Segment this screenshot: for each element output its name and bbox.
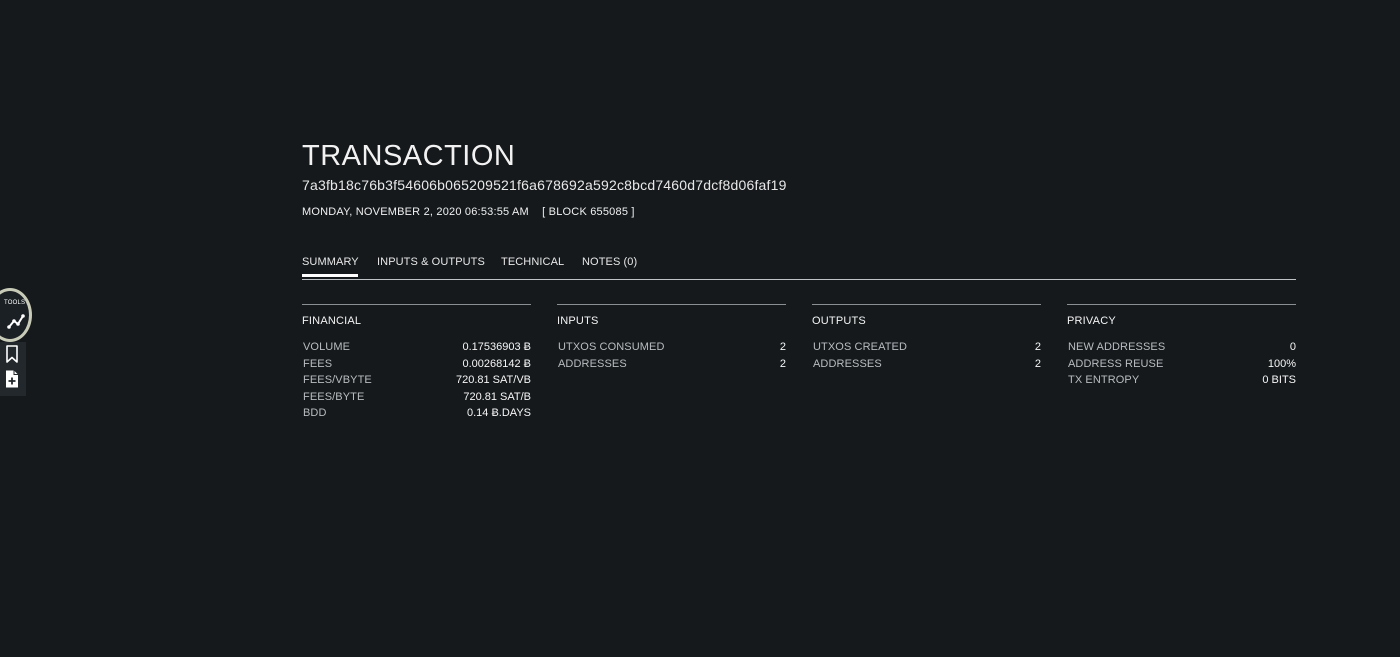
stat-row: TX ENTROPY 0 BITS xyxy=(1067,372,1296,389)
tab-notes-label: NOTES (0) xyxy=(582,256,638,268)
stat-value: 2 xyxy=(779,341,786,353)
stat-label: ADDRESS REUSE xyxy=(1068,357,1164,370)
outputs-panel: OUTPUTS UTXOS CREATED 2 ADDRESSES 2 xyxy=(812,304,1041,372)
stat-row: UTXOS CREATED 2 xyxy=(812,339,1041,356)
tab-summary-label: SUMMARY xyxy=(302,256,359,268)
chart-line-icon xyxy=(7,314,25,329)
stat-value: 0 xyxy=(1289,341,1296,353)
stat-value: 100% xyxy=(1267,357,1296,370)
stat-label: FEES/VBYTE xyxy=(303,374,372,387)
stat-row: FEES/BYTE 720.81 SAT/B xyxy=(302,389,531,406)
active-tab-indicator xyxy=(302,274,358,277)
tools-strip xyxy=(0,342,26,396)
add-file-icon[interactable] xyxy=(3,369,21,389)
stat-row: VOLUME 0.17536903 Ƀ xyxy=(302,339,531,356)
transaction-id: 7a3fb18c76b3f54606b065209521f6a678692a59… xyxy=(302,177,787,193)
transaction-page: TOOLS TRANSACTION 7a3fb18c76b3f54606b065… xyxy=(0,0,1400,657)
tools-button[interactable]: TOOLS xyxy=(0,288,32,342)
tab-technical-label: TECHNICAL xyxy=(501,256,565,268)
stat-label: NEW ADDRESSES xyxy=(1068,341,1166,353)
stat-value: 2 xyxy=(1034,357,1041,370)
stat-label: UTXOS CREATED xyxy=(813,341,907,353)
panel-title: OUTPUTS xyxy=(812,315,866,327)
page-title: TRANSACTION xyxy=(302,140,516,172)
transaction-meta: MONDAY, NOVEMBER 2, 2020 06:53:55 AM [ B… xyxy=(302,206,635,218)
stat-label: ADDRESSES xyxy=(558,357,627,370)
tab-technical[interactable]: TECHNICAL xyxy=(501,256,564,268)
panel-title: FINANCIAL xyxy=(302,315,362,327)
stat-label: UTXOS CONSUMED xyxy=(558,341,665,353)
inputs-panel: INPUTS UTXOS CONSUMED 2 ADDRESSES 2 xyxy=(557,304,786,372)
tab-bar: SUMMARY INPUTS & OUTPUTS TECHNICAL NOTES… xyxy=(302,256,1296,280)
stat-label: FEES/BYTE xyxy=(303,390,365,403)
tools-label: TOOLS xyxy=(4,300,26,306)
stat-value: 0.17536903 Ƀ xyxy=(462,341,531,353)
stat-row: ADDRESSES 2 xyxy=(812,356,1041,373)
stat-label: ADDRESSES xyxy=(813,357,882,370)
stat-value: 2 xyxy=(1034,341,1041,353)
tab-notes[interactable]: NOTES (0) xyxy=(582,256,637,268)
stat-value: 0.00268142 Ƀ xyxy=(462,357,531,370)
panel-title: INPUTS xyxy=(557,315,599,327)
panel-title: PRIVACY xyxy=(1067,315,1116,327)
transaction-datetime: MONDAY, NOVEMBER 2, 2020 06:53:55 AM xyxy=(302,206,529,218)
stat-label: FEES xyxy=(303,357,333,370)
stat-label: BDD xyxy=(303,407,327,420)
bookmark-icon[interactable] xyxy=(3,344,21,364)
stat-value: 720.81 SAT/VB xyxy=(455,374,531,387)
stat-row: UTXOS CONSUMED 2 xyxy=(557,339,786,356)
stat-row: FEES/VBYTE 720.81 SAT/VB xyxy=(302,372,531,389)
stat-value: 0 BITS xyxy=(1262,374,1296,387)
block-link[interactable]: [ BLOCK 655085 ] xyxy=(542,206,634,218)
financial-panel: FINANCIAL VOLUME 0.17536903 Ƀ FEES 0.002… xyxy=(302,304,531,422)
tab-summary[interactable]: SUMMARY xyxy=(302,256,359,277)
stat-label: TX ENTROPY xyxy=(1068,374,1140,387)
stat-value: 720.81 SAT/B xyxy=(463,390,531,403)
stat-row: ADDRESS REUSE 100% xyxy=(1067,356,1296,373)
stat-row: ADDRESSES 2 xyxy=(557,356,786,373)
stat-row: FEES 0.00268142 Ƀ xyxy=(302,356,531,373)
tab-inputs-outputs[interactable]: INPUTS & OUTPUTS xyxy=(377,256,485,268)
stat-value: 2 xyxy=(779,357,786,370)
stat-value: 0.14 Ƀ.DAYS xyxy=(467,407,531,420)
stat-row: NEW ADDRESSES 0 xyxy=(1067,339,1296,356)
tab-inputs-outputs-label: INPUTS & OUTPUTS xyxy=(377,256,485,268)
privacy-panel: PRIVACY NEW ADDRESSES 0 ADDRESS REUSE 10… xyxy=(1067,304,1296,389)
stat-label: VOLUME xyxy=(303,341,351,353)
stat-row: BDD 0.14 Ƀ.DAYS xyxy=(302,405,531,422)
